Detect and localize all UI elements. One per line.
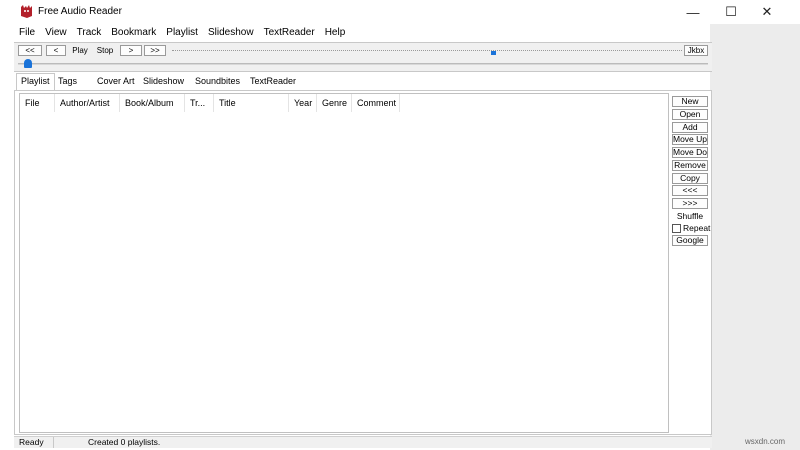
forward-button[interactable]: > [120,45,142,56]
status-ready: Ready [16,437,54,448]
repeat-label: Repeat [683,223,711,233]
shuffle-button[interactable]: Shuffle [672,211,708,222]
next-page-button[interactable]: >>> [672,198,708,209]
tab-playlist[interactable]: Playlist [16,73,55,90]
add-button[interactable]: Add [672,122,708,133]
play-button[interactable]: Play [70,45,90,56]
tab-soundbites[interactable]: Soundbites [195,75,240,89]
right-background-panel [710,24,800,450]
move-up-button[interactable]: Move Up [672,134,708,145]
remove-button[interactable]: Remove [672,160,708,171]
tab-strip: Playlist Tags Cover Art Slideshow Soundb… [14,73,712,90]
menu-textreader[interactable]: TextReader [259,24,320,41]
status-message: Created 0 playlists. [88,437,161,447]
column-header-comment[interactable]: Comment [352,94,400,112]
column-header-file[interactable]: File [20,94,55,112]
status-bar: Ready Created 0 playlists. [14,436,712,448]
title-bar: Free Audio Reader — ☐ ✕ [0,0,800,24]
rewind-button[interactable]: < [46,45,66,56]
stop-button[interactable]: Stop [94,45,116,56]
watermark: wsxdn.com [745,437,786,446]
app-window: Free Audio Reader — ☐ ✕ File View Track … [0,0,800,450]
menu-bookmark[interactable]: Bookmark [106,24,161,41]
previous-page-button[interactable]: <<< [672,185,708,196]
minimize-icon: — [686,4,700,20]
open-button[interactable]: Open [672,109,708,120]
app-logo-icon [21,5,32,18]
volume-slider-thumb[interactable] [491,51,496,55]
volume-slider-track[interactable] [172,50,682,52]
column-header-year[interactable]: Year [289,94,317,112]
tab-cover-art[interactable]: Cover Art [97,75,135,89]
maximize-button[interactable]: ☐ [714,0,748,24]
column-header-title[interactable]: Title [214,94,289,112]
jukebox-button[interactable]: Jkbx [684,45,708,56]
window-title: Free Audio Reader [38,6,122,17]
repeat-toggle[interactable]: Repeat [672,222,712,234]
tab-slideshow[interactable]: Slideshow [143,75,184,89]
transport-bar: << < Play Stop > >> Jkbx [14,42,712,72]
new-button[interactable]: New [672,96,708,107]
menu-view[interactable]: View [40,24,72,41]
menu-help[interactable]: Help [320,24,351,41]
menu-playlist[interactable]: Playlist [161,24,203,41]
previous-track-button[interactable]: << [18,45,42,56]
copy-button[interactable]: Copy [672,173,708,184]
playlist-panel: File Author/Artist Book/Album Tr... Titl… [14,90,712,435]
move-down-button[interactable]: Move Down [672,147,708,158]
column-header-genre[interactable]: Genre [317,94,352,112]
menu-slideshow[interactable]: Slideshow [203,24,259,41]
tab-tags[interactable]: Tags [58,75,77,89]
seek-slider-track[interactable] [18,63,708,65]
google-button[interactable]: Google [672,235,708,246]
column-header-author[interactable]: Author/Artist [55,94,120,112]
seek-slider-thumb[interactable] [24,59,32,68]
column-header-album[interactable]: Book/Album [120,94,185,112]
menu-bar: File View Track Bookmark Playlist Slides… [14,24,714,41]
repeat-checkbox[interactable] [672,223,681,233]
table-header: File Author/Artist Book/Album Tr... Titl… [20,94,670,112]
minimize-button[interactable]: — [676,0,710,24]
menu-file[interactable]: File [14,24,40,41]
close-icon: ✕ [761,4,773,19]
maximize-icon: ☐ [725,4,737,19]
next-track-button[interactable]: >> [144,45,166,56]
playlist-table[interactable]: File Author/Artist Book/Album Tr... Titl… [19,93,669,433]
tab-textreader[interactable]: TextReader [250,75,296,89]
close-button[interactable]: ✕ [750,0,784,24]
column-header-track[interactable]: Tr... [185,94,214,112]
menu-track[interactable]: Track [72,24,107,41]
